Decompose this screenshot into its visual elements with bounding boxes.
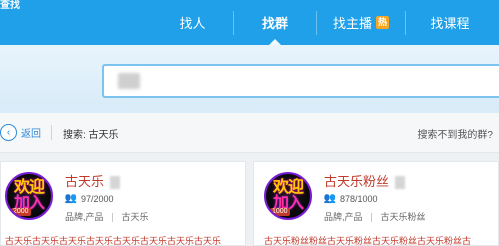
avatar-badge: 2000 <box>11 208 31 216</box>
member-count-text: 97/2000 <box>81 194 114 204</box>
group-result-card[interactable]: 欢迎 加入 2000 古天乐 👥 97/2000 品牌,产品 古天乐 古天乐古天… <box>0 161 246 246</box>
cannot-find-group-link[interactable]: 搜索不到我的群? <box>417 126 493 141</box>
group-name[interactable]: 古天乐 <box>65 174 120 190</box>
tab-find-person-label: 找人 <box>179 16 206 31</box>
back-button[interactable]: ‹ 返回 <box>0 124 41 141</box>
group-name-text: 古天乐粉丝 <box>324 174 390 189</box>
tag-separator <box>371 213 373 223</box>
group-description: 古天乐古天乐古天乐古天乐古天乐古天乐古天乐古天乐 <box>5 236 222 246</box>
hot-badge: 热 <box>376 16 389 29</box>
blurred-name-suffix <box>109 176 120 190</box>
people-icon: 👥 <box>64 193 78 204</box>
people-icon: 👥 <box>323 193 337 204</box>
search-input[interactable] <box>104 66 499 96</box>
tag-separator <box>112 213 114 223</box>
group-result-card[interactable]: 欢迎 加入 1000 古天乐粉丝 👥 878/1000 品牌,产品 古天乐粉丝 … <box>253 161 499 246</box>
tab-bar: 找人 找群 找主播 热 找课程 <box>152 0 494 45</box>
group-avatar: 欢迎 加入 2000 <box>5 172 53 220</box>
tab-find-course[interactable]: 找课程 <box>406 0 494 45</box>
tab-find-group[interactable]: 找群 <box>234 0 316 45</box>
group-name[interactable]: 古天乐粉丝 <box>324 174 405 190</box>
avatar-badge: 1000 <box>270 208 290 216</box>
member-count: 👥 878/1000 <box>323 193 378 205</box>
search-box[interactable] <box>102 64 499 98</box>
group-tags: 品牌,产品 古天乐粉丝 <box>324 210 426 223</box>
group-description: 古天乐粉丝粉丝古天乐粉丝古天乐粉丝古天乐粉丝古 <box>264 236 472 246</box>
tag-category: 品牌,产品 <box>65 212 104 222</box>
find-window: 查找 找人 找群 找主播 热 找课程 ‹ 返回 搜索: 古天乐 搜索不到我的群?… <box>0 0 499 246</box>
tab-find-course-label: 找课程 <box>430 16 470 31</box>
tag-keyword: 古天乐 <box>121 212 149 222</box>
search-query-label: 搜索: 古天乐 <box>63 130 119 141</box>
back-arrow-icon: ‹ <box>0 124 17 141</box>
header: 查找 找人 找群 找主播 热 找课程 <box>0 0 499 45</box>
group-tags: 品牌,产品 古天乐 <box>65 210 149 223</box>
tab-find-host-label: 找主播 <box>332 16 372 31</box>
tag-category: 品牌,产品 <box>324 212 363 222</box>
avatar-text-top: 欢迎 <box>13 179 45 196</box>
result-bar: ‹ 返回 搜索: 古天乐 搜索不到我的群? <box>0 113 499 153</box>
group-avatar: 欢迎 加入 1000 <box>264 172 312 220</box>
tab-find-person[interactable]: 找人 <box>152 0 233 45</box>
group-name-text: 古天乐 <box>65 174 105 189</box>
results-list: 欢迎 加入 2000 古天乐 👥 97/2000 品牌,产品 古天乐 古天乐古天… <box>0 153 499 246</box>
member-count: 👥 97/2000 <box>64 193 114 205</box>
tab-find-host[interactable]: 找主播 热 <box>317 0 405 45</box>
back-label: 返回 <box>21 129 41 140</box>
tag-keyword: 古天乐粉丝 <box>380 212 426 222</box>
avatar-text-top: 欢迎 <box>272 179 304 196</box>
result-bar-divider <box>51 125 52 140</box>
blurred-name-suffix <box>394 176 405 190</box>
window-title: 查找 <box>0 0 20 11</box>
member-count-text: 878/1000 <box>340 194 378 204</box>
tab-find-group-label: 找群 <box>261 16 288 31</box>
search-band <box>0 45 499 113</box>
